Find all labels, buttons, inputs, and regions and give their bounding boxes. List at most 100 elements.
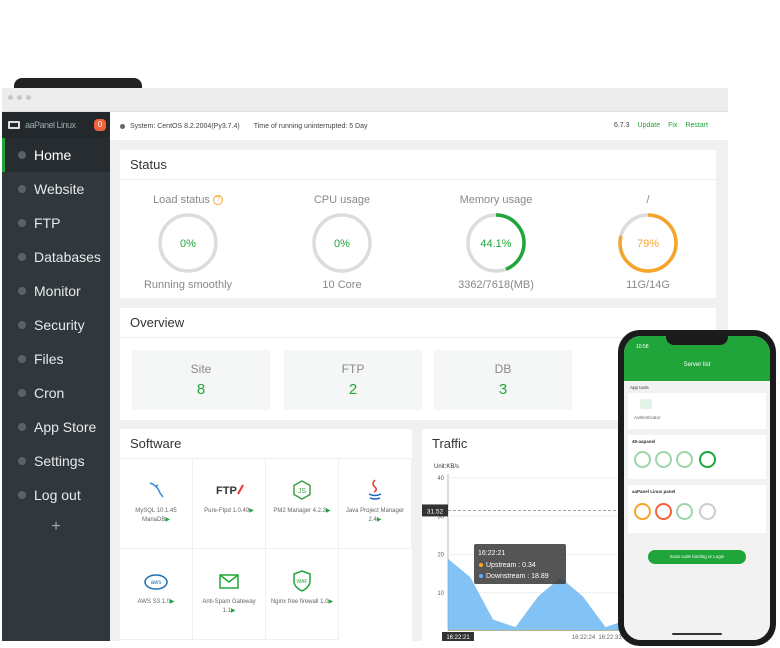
sidebar-item-app-store[interactable]: App Store (2, 410, 110, 444)
folder-icon (18, 355, 26, 363)
restart-link[interactable]: Restart (685, 122, 708, 129)
fix-link[interactable]: Fix (668, 122, 677, 129)
phone-app-tools: App tools (630, 385, 649, 390)
software-item[interactable]: WAF Nginx free firewall 1.0▶ (266, 549, 339, 640)
software-item[interactable]: aws AWS S3 1.0▶ (120, 549, 193, 640)
software-name: AWS S3 1.0▶ (120, 595, 192, 607)
phone-body: App tools Authenticator 49-aapanel aaPan… (624, 381, 770, 640)
sidebar-item-label: Security (34, 317, 85, 333)
marker-value: 31.52 (427, 508, 444, 515)
window-controls[interactable] (8, 95, 31, 100)
gauge-3[interactable]: / 79% 11G/14G (588, 194, 708, 291)
mini-gauge (699, 503, 716, 520)
phone-server2-name: aaPanel Linux panel (632, 489, 676, 494)
phone-time: 10:58 (636, 344, 649, 350)
aws-icon: aws (120, 567, 192, 595)
gauge-label-text: / (646, 194, 650, 206)
software-name-text: AWS S3 1.0 (137, 599, 170, 605)
gauge-value: 79% (637, 238, 659, 250)
sidebar-item-log-out[interactable]: Log out (2, 478, 110, 512)
sidebar-item-label: App Store (34, 419, 97, 435)
gauge-label: Load status? (128, 194, 248, 208)
phone-app-tools-card[interactable]: Authenticator (628, 393, 766, 429)
software-item[interactable]: FTP Pure-Ftpd 1.0.49▶ (193, 458, 266, 549)
gauge-label-text: Load status (153, 194, 210, 206)
play-icon[interactable]: ▶ (170, 599, 175, 605)
waf-icon: WAF (266, 567, 338, 595)
nodejs-icon: JS (266, 476, 338, 504)
phone-mockup: 10:58 Server list App tools Authenticato… (618, 330, 776, 646)
overview-card-db[interactable]: DB 3 (434, 350, 572, 410)
phone-screen: 10:58 Server list App tools Authenticato… (624, 336, 770, 640)
overview-card-ftp[interactable]: FTP 2 (284, 350, 422, 410)
gauge-label-text: Memory usage (459, 194, 533, 206)
gauge-2[interactable]: Memory usage 44.1% 3362/7618(MB) (436, 194, 556, 291)
sidebar-item-label: FTP (34, 215, 61, 231)
y-tick-label: 20 (437, 553, 444, 559)
uptime-info: Time of running uninterrupted: 5 Day (253, 122, 368, 130)
warning-icon[interactable]: ? (212, 195, 223, 206)
gauge-ring: 44.1% (466, 213, 526, 273)
scan-login-button[interactable]: Scan code binding or Login (648, 550, 746, 564)
gauge-1[interactable]: CPU usage 0% 10 Core (282, 194, 402, 291)
home-icon (18, 151, 26, 159)
gauge-ring: 79% (618, 213, 678, 273)
mini-gauge (676, 503, 693, 520)
play-icon[interactable]: ▶ (165, 517, 170, 523)
globe-icon (18, 185, 26, 193)
add-button[interactable]: + (2, 518, 110, 536)
sidebar-item-label: Cron (34, 385, 65, 401)
overview-card-site[interactable]: Site 8 (132, 350, 270, 410)
sidebar-item-cron[interactable]: Cron (2, 376, 110, 410)
software-item[interactable]: Java Project Manager 2.4▶ (339, 458, 412, 549)
sidebar-item-label: Monitor (34, 283, 81, 299)
software-item[interactable]: JS PM2 Manager 4.2.3▶ (266, 458, 339, 549)
system-info: System: CentOS 8.2.2004(Py3.7.4) (130, 122, 240, 130)
play-icon[interactable]: ▶ (329, 599, 334, 605)
status-title: Status (120, 150, 716, 180)
software-name-text: PM2 Manager 4.2.3 (273, 508, 327, 514)
play-icon[interactable]: ▶ (377, 517, 382, 523)
gauge-label-text: CPU usage (313, 194, 371, 206)
phone-notch (666, 336, 728, 345)
system-status-bar: System: CentOS 8.2.2004(Py3.7.4) Time of… (110, 112, 728, 140)
page: aaPanel Linux 0 Home Website FTP Databases M… (0, 0, 780, 648)
sidebar-item-settings[interactable]: Settings (2, 444, 110, 478)
notification-badge[interactable]: 0 (94, 119, 106, 131)
play-icon[interactable]: ▶ (249, 508, 254, 514)
phone-title: Server list (683, 362, 711, 368)
software-item[interactable]: Anti-Spam Gateway 1.1▶ (193, 549, 266, 640)
database-icon (18, 253, 26, 261)
software-name: Nginx free firewall 1.0▶ (266, 595, 338, 607)
software-name-text: Pure-Ftpd 1.0.49 (204, 508, 250, 514)
sidebar-item-home[interactable]: Home (2, 138, 110, 172)
gauge-value: 0% (180, 238, 196, 250)
sidebar-item-security[interactable]: Security (2, 308, 110, 342)
y-tick-label: 40 (437, 476, 444, 482)
sidebar-item-website[interactable]: Website (2, 172, 110, 206)
phone-server-card-2[interactable]: aaPanel Linux panel (628, 485, 766, 533)
tooltip-time: 16:22:21 (478, 550, 505, 557)
software-item[interactable]: MySQL 10.1.45 MariaDB▶ (120, 458, 193, 549)
mini-gauge (676, 451, 693, 468)
mini-gauge (655, 503, 672, 520)
svg-text:JS: JS (298, 488, 307, 495)
play-icon[interactable]: ▶ (326, 508, 331, 514)
phone-server-card-1[interactable]: 49-aapanel (628, 435, 766, 479)
dolphin-icon (120, 476, 192, 504)
svg-text:WAF: WAF (297, 579, 308, 585)
sidebar-item-files[interactable]: Files (2, 342, 110, 376)
update-link[interactable]: Update (638, 122, 661, 129)
software-name-text: Java Project Manager 2.4 (345, 508, 405, 523)
downstream-dot (479, 574, 483, 578)
overview-card-label: DB (494, 362, 512, 376)
sidebar-item-monitor[interactable]: Monitor (2, 274, 110, 308)
sidebar-item-ftp[interactable]: FTP (2, 206, 110, 240)
sidebar-item-databases[interactable]: Databases (2, 240, 110, 274)
gauge-0[interactable]: Load status? 0% Running smoothly (128, 194, 248, 291)
home-indicator (672, 633, 722, 635)
play-icon[interactable]: ▶ (231, 608, 236, 614)
gauge-label: CPU usage (282, 194, 402, 208)
overview-card-label: FTP (341, 362, 365, 376)
mini-gauge (634, 503, 651, 520)
